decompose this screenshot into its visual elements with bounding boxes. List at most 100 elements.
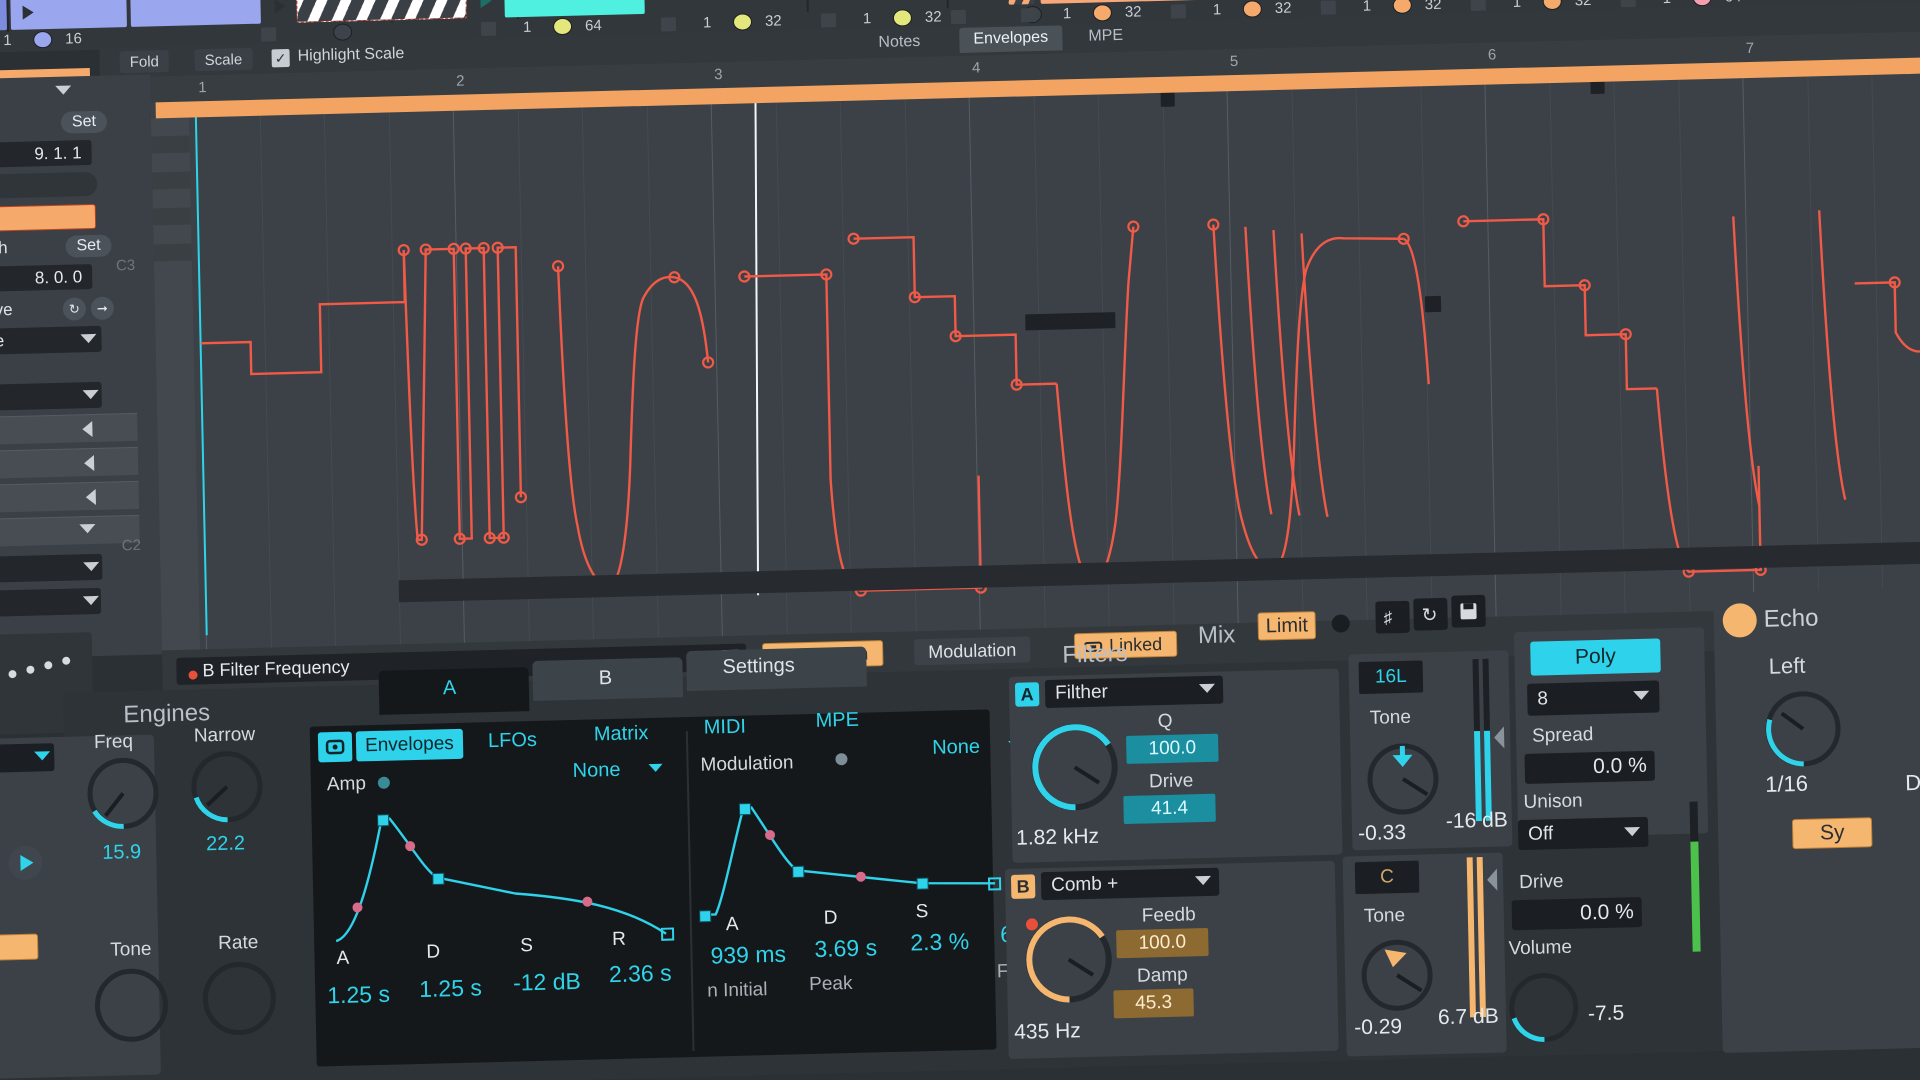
envelope-editor-canvas[interactable]: C3 C2 [150, 30, 1920, 651]
clip-loop-length[interactable]: 32 [765, 12, 782, 29]
clip-launch-knob[interactable] [733, 13, 752, 30]
freq-value[interactable]: 15.9 [102, 841, 141, 865]
scale-button[interactable]: Scale [194, 48, 252, 71]
mix-c-tone-value[interactable]: -0.29 [1354, 1015, 1402, 1040]
mod-s-value[interactable]: 2.3 % [910, 928, 969, 956]
clip-launch-knob[interactable] [1243, 0, 1262, 17]
clip-block[interactable] [1040, 0, 1256, 4]
freq-knob[interactable] [82, 752, 168, 838]
clip-block[interactable] [130, 0, 261, 27]
clip-loop-start[interactable]: 1 [1363, 0, 1372, 15]
chevron-down-icon[interactable] [83, 390, 99, 399]
clip-block[interactable] [1008, 0, 1035, 5]
clip-launch-knob[interactable] [1093, 4, 1112, 21]
echo-volume-value[interactable]: -7.5 [1588, 1001, 1625, 1026]
play-icon[interactable] [23, 5, 34, 19]
clip-loop-length[interactable]: 64 [1725, 0, 1742, 6]
q-value[interactable]: 100.0 [1126, 734, 1219, 764]
damp-value[interactable]: 45.3 [1113, 988, 1194, 1018]
clip-param-row[interactable] [0, 481, 139, 515]
clip-loop-start[interactable]: 1 [3, 32, 12, 49]
clip-loop-start[interactable]: 1 [863, 10, 872, 27]
length-set-button[interactable]: Set [65, 235, 111, 258]
highlight-scale-checkbox[interactable]: ✓ [271, 49, 289, 67]
drive-value[interactable]: 41.4 [1123, 794, 1216, 824]
panel-collapse-icon[interactable] [55, 85, 71, 94]
mix-a-tone-knob[interactable] [1360, 732, 1452, 824]
echo-drive-value[interactable]: 0.0 % [1512, 897, 1643, 930]
clip-launch-knob[interactable] [1693, 0, 1712, 6]
clip-block[interactable] [504, 0, 645, 17]
clip-stop-button[interactable] [821, 13, 836, 27]
clip-param-row[interactable] [0, 515, 140, 549]
limit-button[interactable]: Limit [1257, 611, 1316, 640]
clip-block[interactable] [0, 0, 7, 32]
filter-a-badge[interactable]: A [1015, 682, 1039, 707]
clip-loop-length[interactable]: 32 [1125, 3, 1142, 20]
echo-volume-knob[interactable] [1503, 964, 1595, 1056]
clip-loop-start[interactable]: 1 [523, 19, 532, 36]
tab-mpe[interactable]: MPE [815, 709, 859, 733]
engine-b-select[interactable] [0, 934, 38, 962]
clip-loop-start[interactable]: 1 [1213, 1, 1222, 18]
mod-d-value[interactable]: 3.69 s [814, 934, 877, 963]
amp-d-value[interactable]: 1.25 s [419, 974, 482, 1003]
clip-stop-button[interactable] [1321, 0, 1336, 14]
chevron-down-icon[interactable] [1195, 876, 1211, 885]
clip-stop-button[interactable] [1021, 8, 1036, 22]
midi-icon[interactable]: ♯ [1375, 601, 1410, 634]
modulation-mode-button[interactable]: Modulation [914, 636, 1031, 665]
mix-c-level-value[interactable]: 6.7 dB [1438, 1005, 1499, 1031]
mod-a-value[interactable]: 939 ms [710, 941, 786, 970]
spread-value[interactable]: 0.0 % [1524, 751, 1655, 784]
tab-envelopes[interactable]: Envelopes [959, 25, 1062, 53]
save-icon[interactable] [1451, 595, 1486, 628]
poly-button[interactable]: Poly [1530, 638, 1661, 675]
caret-left-icon[interactable] [86, 489, 96, 505]
caret-left-icon[interactable] [82, 421, 92, 437]
chevron-down-icon[interactable] [83, 562, 99, 571]
play-icon[interactable] [480, 0, 491, 8]
clip-stop-button[interactable] [661, 17, 676, 31]
chevron-down-icon[interactable] [34, 751, 50, 760]
clip-stop-button[interactable] [951, 10, 966, 24]
clip-loop-length[interactable]: 64 [585, 17, 602, 34]
clip-block-recording[interactable] [296, 0, 467, 23]
modmatrix-icon[interactable] [318, 732, 353, 763]
clip-launch-knob[interactable] [1393, 0, 1412, 14]
clip-param-row[interactable] [0, 447, 138, 481]
amp-envelope-graph[interactable] [323, 776, 746, 947]
filter-a-freq-value[interactable]: 1.82 kHz [1016, 825, 1099, 851]
duplicate-button[interactable]: icate [0, 172, 98, 200]
amp-s-value[interactable]: -12 dB [513, 968, 581, 997]
tab-midi[interactable]: MIDI [704, 716, 747, 740]
clip-launch-knob[interactable] [553, 18, 572, 35]
chevron-down-icon[interactable] [649, 764, 663, 772]
clip-stop-button[interactable] [1171, 4, 1186, 18]
clip-loop-start[interactable]: 1 [1513, 0, 1522, 11]
chevron-down-icon[interactable] [1199, 684, 1215, 693]
refresh-icon[interactable]: ↻ [63, 297, 86, 321]
mix-a-tone-value[interactable]: -0.33 [1358, 821, 1406, 846]
tab-envelopes[interactable]: Envelopes [356, 729, 463, 762]
filter-a-freq-knob[interactable] [1024, 716, 1136, 829]
clip-loop-length[interactable]: 32 [925, 8, 942, 25]
arrow-right-icon[interactable]: ➞ [91, 296, 114, 320]
tab-mpe[interactable]: MPE [1074, 23, 1137, 50]
clip-loop-start[interactable]: 1 [1063, 5, 1072, 22]
echo-left-knob[interactable] [1757, 681, 1859, 784]
clip-loop-start[interactable]: 1 [1663, 0, 1672, 7]
clip-stop-button[interactable] [1621, 0, 1636, 7]
echo-sync-button[interactable]: Sy [1792, 817, 1873, 849]
tone-knob[interactable] [89, 962, 181, 1054]
play-icon[interactable] [274, 0, 285, 13]
clip-launch-knob[interactable] [1543, 0, 1562, 10]
fold-button[interactable]: Fold [119, 50, 169, 73]
play-icon[interactable] [6, 843, 47, 884]
loop-toggle[interactable]: oop [0, 204, 96, 233]
filter-a-type-select[interactable]: Filther [1045, 676, 1224, 708]
refresh-icon[interactable]: ↻ [1413, 598, 1448, 631]
clip-param-row[interactable] [0, 413, 138, 447]
filter-b-badge[interactable]: B [1011, 874, 1035, 899]
narrow-knob[interactable] [186, 746, 272, 832]
